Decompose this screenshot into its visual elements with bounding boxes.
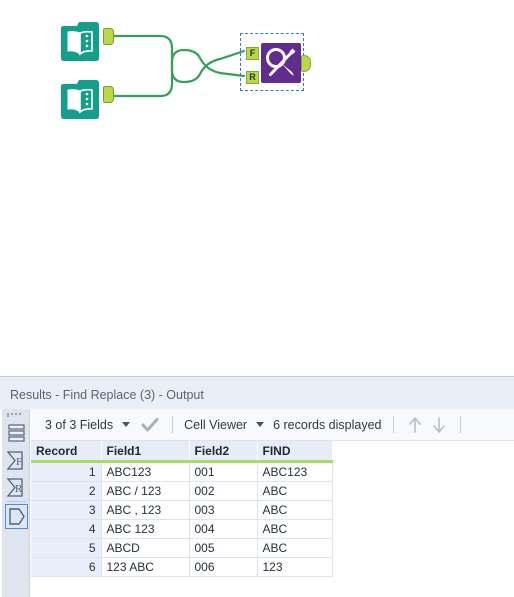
- results-body: F R 3 of 3 Fields Cell Viewer 6 records …: [0, 409, 514, 597]
- rail-button-table-view[interactable]: [5, 421, 28, 446]
- column-header-record[interactable]: Record: [31, 441, 102, 463]
- cell-record[interactable]: 1: [31, 461, 102, 482]
- table-row[interactable]: 6 123 ABC 006 123: [31, 557, 333, 577]
- chevron-down-icon[interactable]: [122, 422, 131, 427]
- cell-record[interactable]: 6: [31, 557, 102, 577]
- column-header-find[interactable]: FIND: [257, 441, 333, 463]
- chevron-down-icon[interactable]: [256, 422, 265, 427]
- table-row[interactable]: 3 ABC , 123 003 ABC: [31, 500, 333, 520]
- cell-field1[interactable]: ABCD: [100, 538, 190, 558]
- table-row[interactable]: 5 ABCD 005 ABC: [31, 538, 333, 558]
- table-row[interactable]: 1 ABC123 001 ABC123: [31, 461, 333, 482]
- cell-field2[interactable]: 003: [188, 500, 258, 520]
- input-data-node-2[interactable]: [59, 78, 114, 120]
- cell-record[interactable]: 5: [31, 538, 102, 558]
- cell-record[interactable]: 4: [31, 519, 102, 539]
- book-icon: [61, 80, 99, 119]
- results-panel-title: Results - Find Replace (3) - Output: [10, 388, 204, 402]
- input-anchor-replace[interactable]: R: [246, 71, 259, 84]
- toolbar-divider: [459, 416, 461, 433]
- cell-field2[interactable]: 005: [188, 538, 258, 558]
- workflow-canvas[interactable]: F R: [0, 0, 514, 376]
- results-grid[interactable]: Record Field1 Field2 FIND 1 ABC123 001 ABC1…: [31, 441, 514, 597]
- cell-field2[interactable]: 006: [188, 557, 258, 577]
- svg-text:R: R: [15, 483, 23, 495]
- svg-text:F: F: [16, 456, 22, 468]
- cell-record[interactable]: 3: [31, 500, 102, 520]
- data-pentagon-icon: [9, 508, 25, 525]
- cell-record[interactable]: 2: [31, 481, 102, 501]
- cell-field1[interactable]: ABC 123: [100, 519, 190, 539]
- cell-find[interactable]: ABC: [256, 538, 333, 558]
- input-data-node-1[interactable]: [59, 20, 114, 62]
- results-view-rail[interactable]: F R: [2, 409, 30, 597]
- results-toolbar[interactable]: 3 of 3 Fields Cell Viewer 6 records disp…: [31, 409, 514, 441]
- rail-button-records-view[interactable]: R: [5, 475, 28, 500]
- cell-find[interactable]: ABC123: [256, 461, 333, 482]
- results-table: Record Field1 Field2 FIND 1 ABC123 001 ABC1…: [31, 441, 333, 577]
- cell-field2[interactable]: 002: [188, 481, 258, 501]
- cell-find[interactable]: 123: [256, 557, 333, 577]
- column-header-field1[interactable]: Field1: [101, 441, 190, 463]
- sigma-records-icon: R: [6, 478, 23, 497]
- output-anchor[interactable]: [103, 86, 114, 103]
- sigma-fields-icon: F: [6, 451, 23, 470]
- find-replace-node[interactable]: F R: [240, 33, 311, 91]
- arrow-up-icon[interactable]: [407, 416, 423, 434]
- rail-button-fields-view[interactable]: F: [5, 448, 28, 473]
- cell-viewer-label[interactable]: Cell Viewer: [182, 418, 249, 432]
- arrow-down-icon[interactable]: [431, 416, 447, 434]
- table-row[interactable]: 2 ABC / 123 002 ABC: [31, 481, 333, 501]
- column-header-field2[interactable]: Field2: [189, 441, 258, 463]
- cell-find[interactable]: ABC: [256, 519, 333, 539]
- fields-selector-label[interactable]: 3 of 3 Fields: [43, 418, 115, 432]
- toolbar-divider: [392, 416, 394, 433]
- cell-field2[interactable]: 004: [188, 519, 258, 539]
- table-rows-icon: [8, 424, 25, 442]
- magnifier-pencil-icon: [261, 43, 301, 83]
- cell-field1[interactable]: ABC / 123: [100, 481, 190, 501]
- cell-field1[interactable]: ABC , 123: [100, 500, 190, 520]
- rail-divider: [6, 501, 26, 502]
- table-header-row: Record Field1 Field2 FIND: [31, 441, 333, 463]
- cell-find[interactable]: ABC: [256, 500, 333, 520]
- cell-field1[interactable]: 123 ABC: [100, 557, 190, 577]
- rail-grip-handle[interactable]: [7, 413, 25, 418]
- input-anchor-find[interactable]: F: [246, 47, 259, 60]
- cell-field1[interactable]: ABC123: [100, 461, 190, 482]
- cell-find[interactable]: ABC: [256, 481, 333, 501]
- table-row[interactable]: 4 ABC 123 004 ABC: [31, 519, 333, 539]
- output-anchor[interactable]: [103, 28, 114, 45]
- toolbar-divider: [172, 416, 174, 433]
- rail-button-data-view[interactable]: [5, 504, 28, 529]
- checkmark-icon[interactable]: [141, 417, 159, 433]
- cell-field2[interactable]: 001: [188, 461, 258, 482]
- book-icon: [61, 22, 99, 61]
- results-panel: Results - Find Replace (3) - Output F R …: [0, 376, 514, 597]
- records-displayed-label: 6 records displayed: [273, 417, 382, 432]
